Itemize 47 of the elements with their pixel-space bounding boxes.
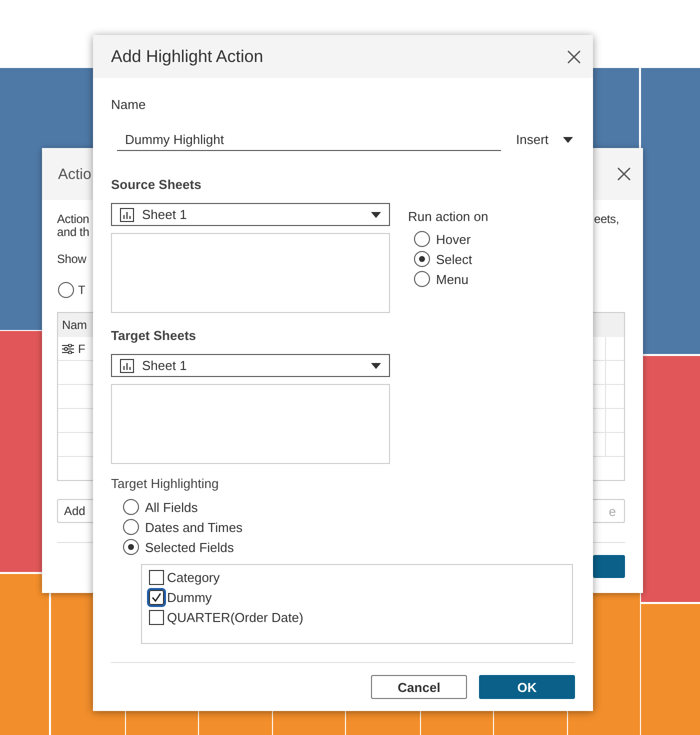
caret-icon: [371, 212, 381, 218]
field-name: Dummy: [167, 590, 212, 604]
caret-icon: [371, 362, 381, 368]
sheet-dropdown[interactable]: Sheet 1: [111, 354, 390, 377]
add-button[interactable]: Add: [57, 499, 93, 523]
close-icon[interactable]: [617, 167, 631, 181]
table-cell: F: [78, 342, 86, 356]
sliders-icon: [62, 344, 74, 354]
radio-label: Selected Fields: [145, 540, 234, 554]
sheet-dropdown[interactable]: Sheet 1: [111, 203, 390, 226]
checkbox[interactable]: [149, 590, 164, 604]
radio-button[interactable]: [414, 251, 430, 267]
field-name: Category: [167, 570, 220, 584]
field-name: QUARTER(Order Date): [167, 610, 304, 624]
ok-button[interactable]: OK: [479, 675, 575, 699]
dialog-title: Add Highlight Action: [111, 46, 264, 66]
radio-label: All Fields: [145, 500, 198, 514]
bar-chart-icon: [120, 358, 134, 372]
bar-chart-icon: [120, 208, 134, 222]
checkbox[interactable]: [149, 610, 164, 624]
radio-label: Hover: [436, 232, 471, 246]
caret-icon: [562, 136, 573, 142]
radio-button[interactable]: [414, 231, 430, 247]
field-label: Name: [111, 97, 146, 112]
show-label: Show: [57, 252, 86, 266]
radio-label: Dates and Times: [145, 520, 243, 534]
section-label: Target Sheets: [111, 328, 196, 343]
radio-button[interactable]: [123, 519, 139, 535]
description-text: eets,: [594, 213, 619, 226]
cancel-button[interactable]: Cancel: [371, 675, 467, 699]
radio-button[interactable]: [123, 539, 139, 555]
radio-label: T: [78, 284, 86, 296]
description-text: Action: [57, 213, 90, 226]
section-label: Run action on: [408, 209, 488, 224]
section-label: Target Highlighting: [111, 476, 219, 491]
radio-label: Select: [436, 252, 472, 266]
radio-button[interactable]: [58, 282, 74, 298]
checkbox[interactable]: [149, 570, 164, 584]
description-text: and th: [57, 226, 90, 239]
radio-label: Menu: [436, 272, 469, 286]
close-icon[interactable]: [567, 50, 581, 64]
column-header: Nam: [62, 318, 87, 332]
section-label: Source Sheets: [111, 177, 202, 192]
insert-menu[interactable]: Insert: [516, 132, 573, 147]
window-title: Actio: [58, 166, 92, 182]
radio-button[interactable]: [123, 499, 139, 515]
radio-button[interactable]: [414, 271, 430, 287]
